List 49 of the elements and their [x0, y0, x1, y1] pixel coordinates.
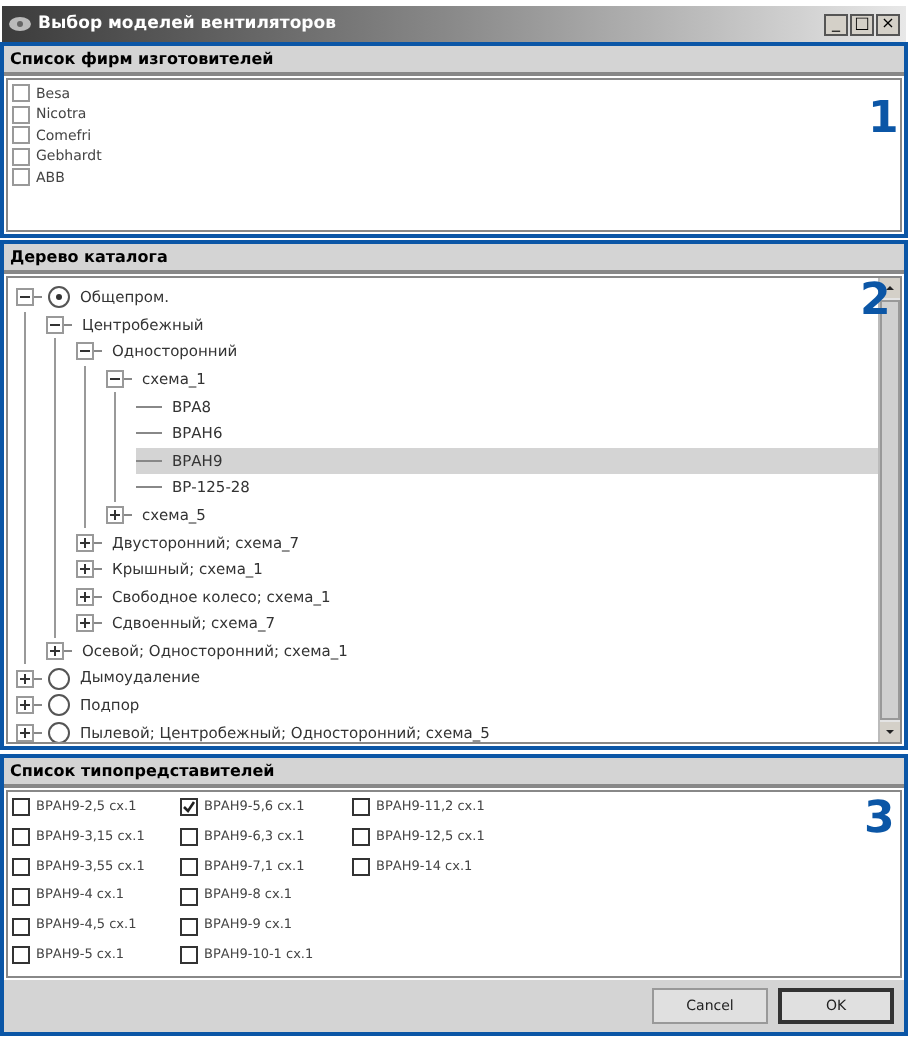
expand-icon[interactable]: [76, 587, 94, 606]
expand-icon[interactable]: [16, 669, 34, 688]
checkbox[interactable]: [12, 105, 30, 124]
checkbox[interactable]: [352, 828, 370, 847]
radio-button[interactable]: [48, 286, 70, 309]
checkbox[interactable]: [12, 917, 30, 936]
collapse-icon[interactable]: [106, 370, 124, 389]
collapse-icon[interactable]: [46, 315, 64, 334]
checkbox[interactable]: [352, 798, 370, 817]
panel-header: Дерево каталога: [4, 244, 904, 274]
checkbox[interactable]: [352, 857, 370, 876]
radio-button[interactable]: [48, 721, 70, 742]
annotation-number: 1: [868, 98, 899, 142]
checkbox[interactable]: [12, 887, 30, 906]
annotation-number: 2: [860, 280, 891, 324]
checkbox[interactable]: [12, 857, 30, 876]
expand-icon[interactable]: [76, 533, 94, 552]
expand-icon[interactable]: [46, 642, 64, 661]
collapse-icon[interactable]: [76, 342, 94, 361]
collapse-icon[interactable]: [16, 288, 34, 307]
checkbox[interactable]: [180, 857, 198, 876]
close-button[interactable]: ×: [876, 13, 900, 35]
scroll-down-icon[interactable]: [880, 722, 900, 742]
checkbox[interactable]: [12, 84, 30, 103]
radio-button[interactable]: [48, 667, 70, 690]
expand-icon[interactable]: [106, 506, 124, 525]
expand-icon[interactable]: [16, 723, 34, 742]
maximize-button[interactable]: □: [850, 13, 874, 35]
checkbox[interactable]: [180, 798, 198, 817]
checkbox[interactable]: [180, 946, 198, 965]
minimize-button[interactable]: _: [824, 13, 848, 35]
window-title: Выбор моделей вентиляторов: [38, 11, 336, 37]
checkbox[interactable]: [12, 168, 30, 187]
panel-header: Список фирм изготовителей: [4, 46, 904, 76]
expand-icon[interactable]: [76, 614, 94, 633]
checkbox[interactable]: [12, 828, 30, 847]
expand-icon[interactable]: [16, 696, 34, 715]
radio-button[interactable]: [48, 694, 70, 717]
checkbox[interactable]: [12, 126, 30, 145]
checkbox[interactable]: [180, 917, 198, 936]
annotation-number: 3: [864, 798, 895, 842]
checkbox[interactable]: [12, 147, 30, 166]
checkbox[interactable]: [12, 946, 30, 965]
checkbox[interactable]: [180, 828, 198, 847]
checkmark-icon: [182, 800, 196, 815]
panel-header: Список типопредставителей: [4, 758, 904, 788]
expand-icon[interactable]: [76, 560, 94, 579]
checkbox[interactable]: [12, 798, 30, 817]
checkbox[interactable]: [180, 887, 198, 906]
